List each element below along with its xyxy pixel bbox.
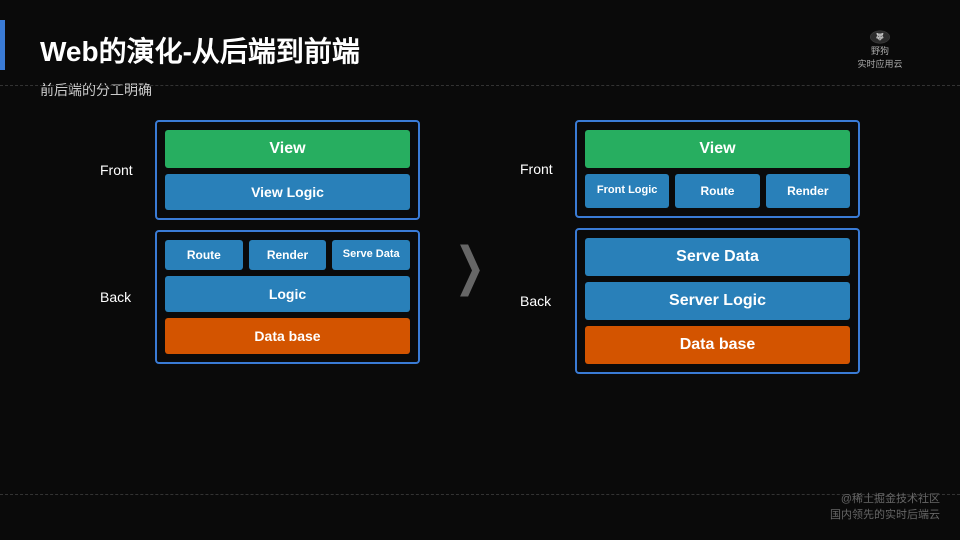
left-back-box: Route Render Serve Data Logic Data base — [155, 230, 420, 364]
slide: Web的演化-从后端到前端 🐺 野狗 实时应用云 前后端的分工明确 Front … — [0, 0, 960, 540]
accent-bar — [0, 20, 5, 70]
logo-icon: 🐺 — [855, 30, 905, 44]
left-back-top-row: Route Render Serve Data — [165, 240, 410, 270]
left-back-section: Back Route Render Serve Data Logic Data … — [100, 230, 420, 364]
left-render-block: Render — [249, 240, 327, 270]
left-view-logic-block: View Logic — [165, 174, 410, 210]
header: Web的演化-从后端到前端 🐺 野狗 实时应用云 — [40, 30, 920, 70]
right-database-block: Data base — [585, 326, 850, 364]
right-front-box: View Front Logic Route Render — [575, 120, 860, 218]
main-content: Front View View Logic Back Route Render … — [40, 120, 920, 374]
dashed-top — [0, 85, 960, 86]
logo-text: 野狗 实时应用云 — [857, 44, 902, 70]
right-front-section: Front View Front Logic Route Render — [520, 120, 860, 218]
arrow-chevron: ❯ — [455, 241, 486, 293]
left-logic-block: Logic — [165, 276, 410, 312]
left-back-label: Back — [100, 289, 145, 305]
right-render-block: Render — [766, 174, 850, 208]
right-back-box: Serve Data Server Logic Data base — [575, 228, 860, 374]
logo: 🐺 野狗 实时应用云 — [840, 30, 920, 70]
left-serve-data-block: Serve Data — [332, 240, 410, 270]
left-database-block: Data base — [165, 318, 410, 354]
footer-line1: @稀土掘金技术社区 — [830, 490, 940, 506]
footer-line2: 国内领先的实时后端云 — [830, 506, 940, 522]
right-serve-data-block: Serve Data — [585, 238, 850, 276]
arrow-container: ❯ — [440, 241, 500, 293]
left-route-block: Route — [165, 240, 243, 270]
footer: @稀土掘金技术社区 国内领先的实时后端云 — [830, 490, 940, 522]
left-front-label: Front — [100, 162, 145, 178]
right-back-label: Back — [520, 293, 565, 309]
subtitle: 前后端的分工明确 — [40, 80, 920, 100]
left-front-section: Front View View Logic — [100, 120, 420, 220]
right-back-section: Back Serve Data Server Logic Data base — [520, 228, 860, 374]
right-front-row: Front Logic Route Render — [585, 174, 850, 208]
right-server-logic-block: Server Logic — [585, 282, 850, 320]
right-route-block: Route — [675, 174, 759, 208]
left-view-block: View — [165, 130, 410, 168]
page-title: Web的演化-从后端到前端 — [40, 30, 360, 70]
left-diagram: Front View View Logic Back Route Render … — [100, 120, 420, 364]
dashed-bottom — [0, 494, 960, 495]
right-front-logic-block: Front Logic — [585, 174, 669, 208]
right-diagram: Front View Front Logic Route Render Back… — [520, 120, 860, 374]
left-front-box: View View Logic — [155, 120, 420, 220]
right-front-label: Front — [520, 161, 565, 177]
right-view-block: View — [585, 130, 850, 168]
